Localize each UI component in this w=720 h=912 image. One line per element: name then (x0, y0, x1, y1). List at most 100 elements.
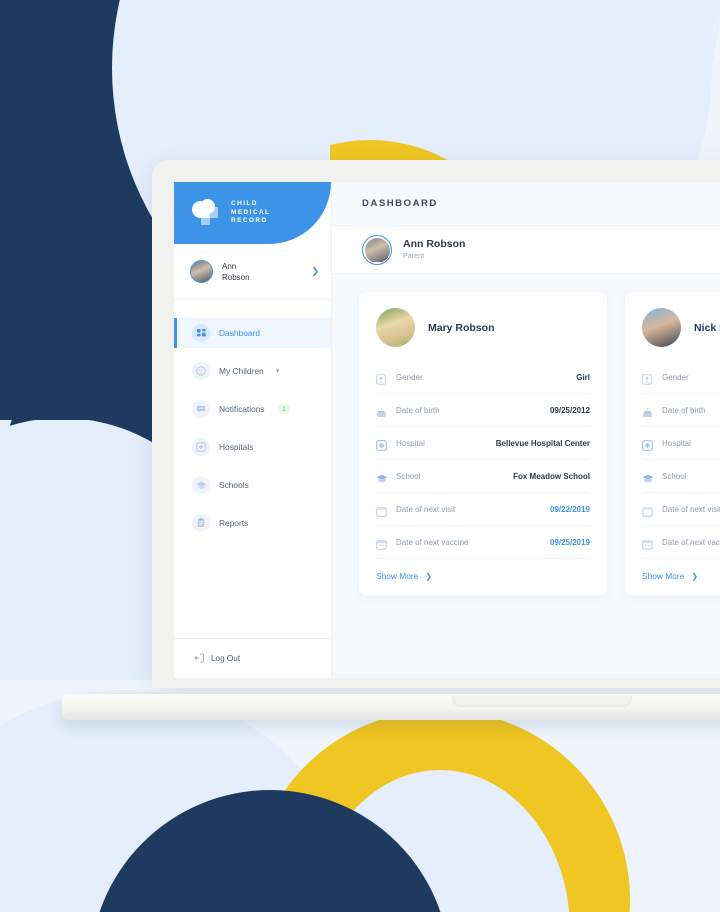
brand-line-3: RECORD (231, 217, 268, 225)
table-row: Hospital (642, 427, 720, 460)
table-row: Date of next visit (642, 493, 720, 526)
sidebar-item-label: My Children (219, 366, 264, 376)
table-row: School Fox Meadow School (376, 460, 590, 493)
main-content: DASHBOARD Ann Robson Parent Mary Robson (332, 182, 720, 678)
sidebar-item-label: Hospitals (219, 442, 254, 452)
sidebar: CHILD MEDICAL RECORD Ann Robson ❯ Dashbo… (174, 182, 332, 678)
avatar-ann-robson (362, 234, 392, 265)
child-card-header: Nick Robson (642, 308, 720, 347)
clipboard-report-icon (192, 514, 210, 532)
sidebar-item-label: Notifications (219, 404, 265, 414)
child-name: Mary Robson (428, 321, 495, 334)
chevron-down-icon[interactable]: ▾ (276, 367, 280, 375)
avatar-nick-robson (642, 308, 681, 347)
calendar-icon (642, 504, 653, 517)
calendar-vaccine-icon (376, 537, 387, 550)
show-more-label: Show More (376, 571, 419, 581)
profile-role: Parent (403, 251, 425, 260)
row-key: School (662, 471, 687, 481)
sidebar-item-reports[interactable]: Reports (174, 508, 331, 538)
birthday-cake-icon (376, 405, 387, 417)
profile-name: Ann Robson (403, 238, 466, 250)
table-row: Date of next vaccine 09/25/2019 (376, 526, 590, 559)
table-row: Date of birth 09/25/2012 (376, 394, 590, 427)
row-key: Date of next vaccine (396, 537, 469, 547)
row-key: Date of birth (396, 405, 440, 415)
hospital-cross-icon (642, 438, 653, 451)
row-key: Gender (396, 372, 423, 382)
child-card[interactable]: Nick Robson Gender Boy Date of birth (625, 292, 720, 595)
chevron-right-icon[interactable]: ❯ (311, 266, 319, 277)
hospital-cross-icon (376, 438, 387, 451)
sidebar-item-label: Dashboard (219, 328, 260, 338)
notification-count-badge: 1 (277, 404, 291, 414)
logout-arrow-icon (194, 650, 204, 668)
show-more-link[interactable]: Show More ❯ (642, 559, 720, 593)
top-bar: DASHBOARD (332, 182, 720, 226)
sidebar-item-my-children[interactable]: My Children ▾ (174, 356, 331, 386)
sidebar-nav: Dashboard My Children ▾ Notifications 1 … (174, 300, 331, 638)
laptop-mockup: CHILD MEDICAL RECORD Ann Robson ❯ Dashbo… (62, 160, 720, 720)
table-row: Date of next visit 09/22/2019 (376, 493, 590, 526)
row-key: Date of next vaccine (662, 537, 720, 547)
sidebar-item-label: Reports (219, 518, 249, 528)
table-row: Hospital Bellevue Hospital Center (376, 427, 590, 460)
sidebar-user-switcher[interactable]: Ann Robson ❯ (174, 244, 331, 300)
page-title: DASHBOARD (362, 198, 438, 209)
row-value: 09/25/2012 (549, 405, 590, 415)
brand-header: CHILD MEDICAL RECORD (174, 182, 331, 244)
sidebar-user-name: Ann Robson (222, 261, 250, 282)
avatar-mary-robson (376, 308, 415, 347)
children-circle-icon (192, 362, 210, 380)
profile-text: Ann Robson Parent (403, 238, 465, 261)
logout-button[interactable]: Log Out (174, 638, 331, 678)
avatar-ann-robson (190, 260, 213, 283)
brand-line-1: CHILD (231, 200, 258, 208)
grid-dashboard-icon (192, 324, 210, 342)
brand-name: CHILD MEDICAL RECORD (231, 200, 270, 225)
row-key: Hospital (662, 438, 691, 448)
sidebar-item-label: Schools (219, 480, 249, 490)
sidebar-item-notifications[interactable]: Notifications 1 (174, 394, 331, 424)
hospital-cross-icon (192, 438, 210, 456)
row-key: School (396, 471, 421, 481)
row-value: Girl (576, 372, 590, 382)
row-key: Date of next visit (396, 504, 456, 514)
chevron-right-icon: ❯ (425, 571, 433, 581)
table-row: School (642, 460, 720, 493)
row-value: Fox Meadow School (513, 471, 590, 481)
laptop-base-notch (452, 696, 632, 707)
calendar-icon (376, 504, 387, 517)
children-cards: Mary Robson Gender Girl Date of birth 09… (332, 274, 720, 678)
row-key: Date of birth (662, 405, 706, 415)
child-name: Nick Robson (694, 321, 720, 334)
chevron-right-icon: ❯ (691, 571, 699, 581)
app-screen: CHILD MEDICAL RECORD Ann Robson ❯ Dashbo… (174, 182, 720, 678)
brand-line-2: MEDICAL (231, 208, 271, 216)
logout-label: Log Out (211, 654, 241, 663)
show-more-label: Show More (642, 571, 685, 581)
row-value: 09/25/2019 (549, 537, 590, 547)
table-row: Date of next vaccine (642, 526, 720, 559)
graduation-cap-icon (192, 476, 210, 494)
child-card-header: Mary Robson (376, 308, 590, 347)
profile-bar[interactable]: Ann Robson Parent (332, 226, 720, 274)
row-key: Hospital (396, 438, 425, 448)
row-value: 09/22/2019 (549, 504, 590, 514)
sidebar-item-schools[interactable]: Schools (174, 470, 331, 500)
sidebar-item-dashboard[interactable]: Dashboard (174, 318, 331, 348)
row-value: Bellevue Hospital Center (495, 438, 590, 448)
graduation-cap-icon (642, 471, 654, 482)
sidebar-item-hospitals[interactable]: Hospitals (174, 432, 331, 462)
laptop-lid: CHILD MEDICAL RECORD Ann Robson ❯ Dashbo… (152, 160, 720, 688)
gender-card-icon (642, 372, 653, 385)
row-key: Date of next visit (662, 504, 720, 514)
show-more-link[interactable]: Show More ❯ (376, 559, 590, 593)
chat-bubble-icon (192, 400, 210, 418)
calendar-vaccine-icon (642, 537, 653, 550)
table-row: Gender Boy (642, 361, 720, 394)
medical-cross-heart-icon (192, 199, 222, 227)
table-row: Date of birth (642, 394, 720, 427)
child-card[interactable]: Mary Robson Gender Girl Date of birth 09… (359, 292, 607, 595)
birthday-cake-icon (642, 405, 653, 417)
